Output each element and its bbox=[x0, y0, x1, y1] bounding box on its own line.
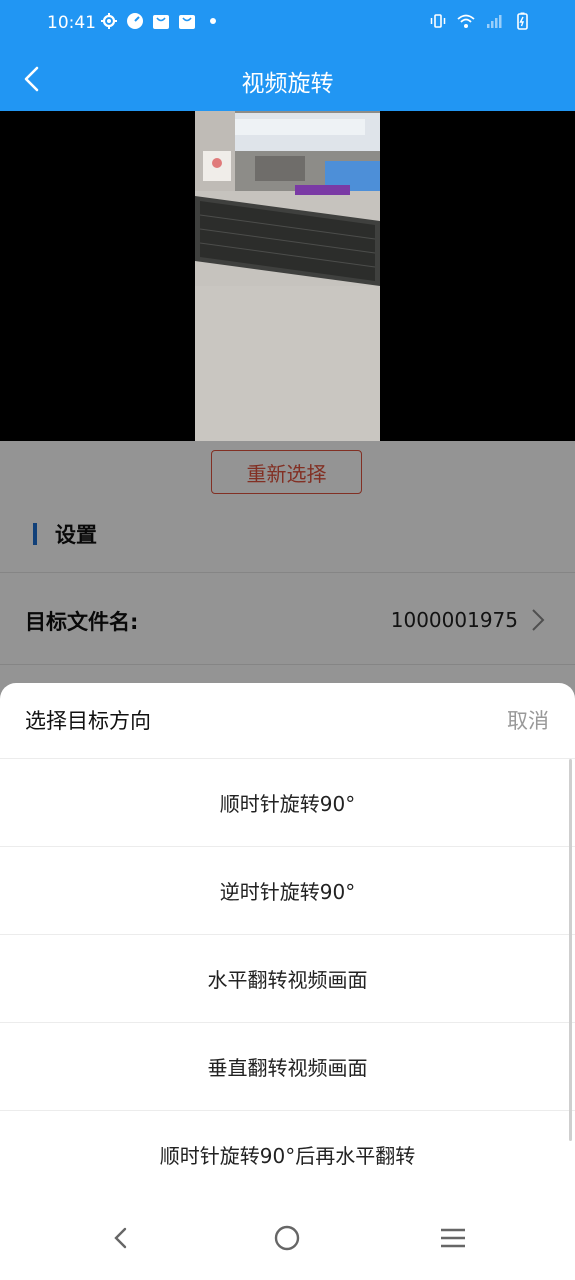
status-notification-icons bbox=[100, 12, 216, 30]
nav-back-icon[interactable] bbox=[101, 1218, 141, 1258]
nav-home-icon[interactable] bbox=[267, 1218, 307, 1258]
sheet-title: 选择目标方向 bbox=[25, 709, 151, 733]
vibrate-icon bbox=[429, 12, 447, 30]
shopping-bag-icon bbox=[152, 12, 170, 30]
sheet-scrollbar[interactable] bbox=[569, 759, 572, 1141]
orientation-bottom-sheet: 选择目标方向 取消 顺时针旋转90° 逆时针旋转90° 水平翻转视频画面 垂直翻… bbox=[0, 683, 575, 1280]
signal-icon bbox=[485, 12, 503, 30]
system-navigation-bar bbox=[0, 1198, 575, 1280]
wifi-icon bbox=[457, 12, 475, 30]
nav-menu-icon[interactable] bbox=[433, 1218, 473, 1258]
status-bar: 10:41 bbox=[0, 0, 575, 48]
video-preview bbox=[0, 111, 575, 441]
status-system-icons bbox=[429, 12, 531, 30]
page-title: 视频旋转 bbox=[241, 71, 334, 97]
status-time: 10:41 bbox=[47, 13, 96, 33]
option-rotate-counterclockwise-90[interactable]: 逆时针旋转90° bbox=[0, 847, 575, 935]
option-flip-horizontal[interactable]: 水平翻转视频画面 bbox=[0, 935, 575, 1023]
shopping-bag-icon-2 bbox=[178, 12, 196, 30]
settings-icon bbox=[100, 12, 118, 30]
notification-dot-icon bbox=[210, 18, 216, 24]
sheet-header: 选择目标方向 取消 bbox=[0, 683, 575, 759]
app-bar: 视频旋转 bbox=[0, 48, 575, 111]
battery-charging-icon bbox=[513, 12, 531, 30]
option-rotate-clockwise-then-flip-horizontal[interactable]: 顺时针旋转90°后再水平翻转 bbox=[0, 1111, 575, 1199]
speedometer-icon bbox=[126, 12, 144, 30]
video-thumbnail bbox=[195, 111, 380, 441]
cancel-button[interactable]: 取消 bbox=[507, 705, 549, 735]
option-rotate-clockwise-90[interactable]: 顺时针旋转90° bbox=[0, 759, 575, 847]
option-flip-vertical[interactable]: 垂直翻转视频画面 bbox=[0, 1023, 575, 1111]
orientation-options-list: 顺时针旋转90° 逆时针旋转90° 水平翻转视频画面 垂直翻转视频画面 顺时针旋… bbox=[0, 759, 575, 1199]
